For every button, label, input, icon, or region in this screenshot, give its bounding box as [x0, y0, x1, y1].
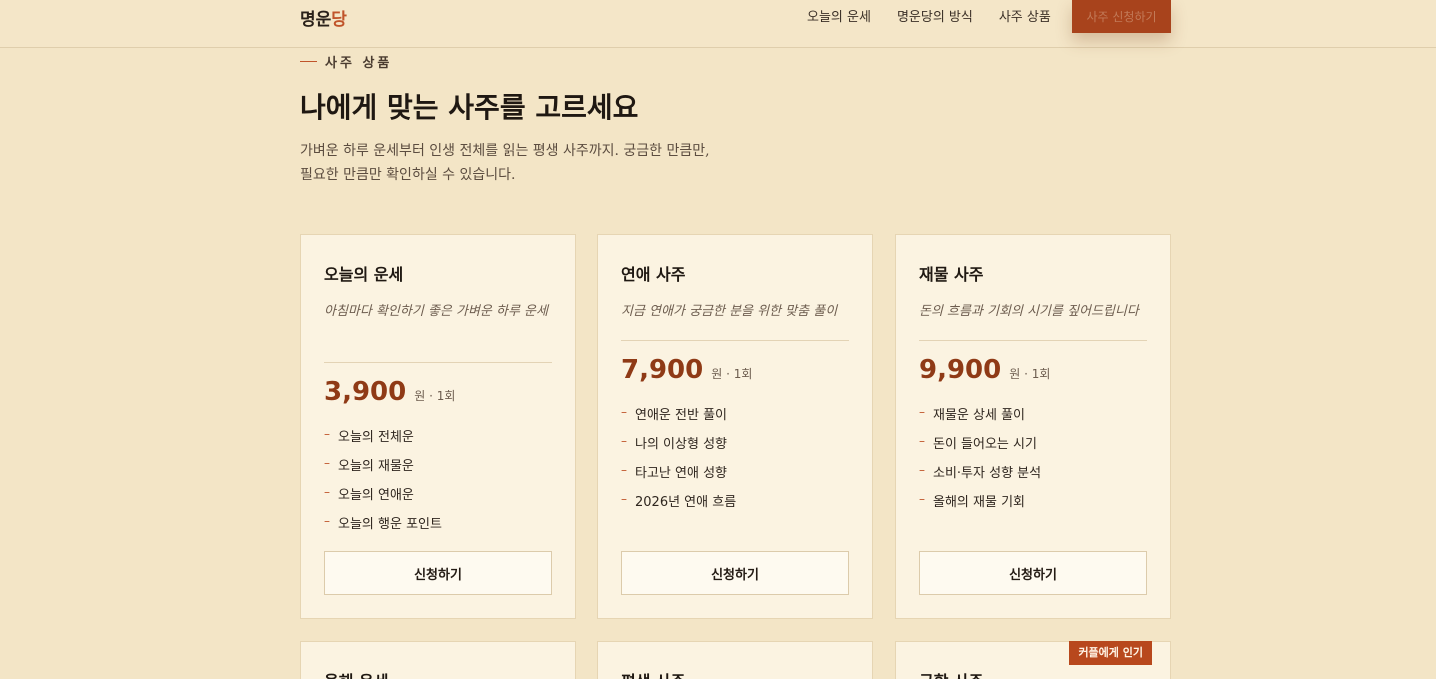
eyebrow-text: 사주 상품	[325, 56, 393, 71]
card-divider	[621, 340, 849, 341]
dash-icon: –	[919, 434, 925, 448]
list-item: – 나의 이상형 성향	[621, 435, 736, 464]
price-amount: 7,900	[621, 355, 704, 385]
list-item: – 오늘의 재물운	[324, 457, 442, 486]
feature-list: – 연애운 전반 풀이 – 나의 이상형 성향 – 타고난 연애 성향 –2026년 …	[621, 406, 736, 522]
list-item: – 올해의 재물 기회	[919, 493, 1041, 522]
logo-text: 명운	[300, 10, 332, 30]
dash-icon: –	[621, 492, 627, 506]
list-item-text: 오늘의 재물운	[338, 459, 414, 474]
section-eyebrow: 사주 상품	[300, 52, 392, 71]
list-item-text: 나의 이상형 성향	[635, 437, 727, 452]
section-description: 가벼운 하루 운세부터 인생 전체를 읽는 평생 사주까지. 궁금한 만큼만, …	[300, 143, 710, 183]
card-title: 연애 사주	[621, 265, 686, 284]
list-item-text: 재물운 상세 풀이	[933, 408, 1025, 423]
card-price: 9,900 원 · 1회	[919, 355, 1050, 385]
card-subtitle: 돈의 흐름과 기회의 시기를 짚어드립니다	[919, 304, 1139, 319]
list-item: – 소비·투자 성향 분석	[919, 464, 1041, 493]
list-item-text: 돈이 들어오는 시기	[933, 437, 1037, 452]
site-header: 명운당 오늘의 운세 명운당의 방식 사주 상품 사주 신청하기	[0, 0, 1436, 48]
card-divider	[919, 340, 1147, 341]
list-item: – 타고난 연애 성향	[621, 464, 736, 493]
dash-icon: –	[919, 463, 925, 477]
list-item: – 돈이 들어오는 시기	[919, 435, 1041, 464]
feature-list: – 오늘의 전체운 – 오늘의 재물운 – 오늘의 연애운 – 오늘의 행운 포인트	[324, 428, 442, 544]
list-item-text: 연애운 전반 풀이	[635, 408, 727, 423]
dash-icon: –	[324, 485, 330, 499]
card-price: 3,900 원 · 1회	[324, 377, 455, 407]
price-unit: 원 · 1회	[1009, 367, 1051, 381]
nav-link-today[interactable]: 오늘의 운세	[807, 9, 871, 27]
price-unit: 원 · 1회	[414, 389, 456, 403]
card-price: 7,900 원 · 1회	[621, 355, 752, 385]
card-title: 궁합 사주	[919, 668, 983, 679]
nav-link-method[interactable]: 명운당의 방식	[897, 9, 973, 27]
apply-button[interactable]: 신청하기	[621, 551, 849, 595]
list-item: –2026년 연애 흐름	[621, 493, 736, 522]
list-item: – 오늘의 행운 포인트	[324, 515, 442, 544]
product-card-wealth: 재물 사주 돈의 흐름과 기회의 시기를 짚어드립니다 9,900 원 · 1회…	[895, 234, 1171, 619]
product-card-year: 올해 운세	[300, 641, 576, 679]
eyebrow-rule	[300, 61, 317, 62]
dash-icon: –	[621, 405, 627, 419]
card-title: 평생 사주	[621, 668, 685, 679]
product-card-today: 오늘의 운세 아침마다 확인하기 좋은 가벼운 하루 운세 3,900 원 · …	[300, 234, 576, 619]
list-item: – 재물운 상세 풀이	[919, 406, 1041, 435]
card-title: 오늘의 운세	[324, 265, 404, 284]
apply-button[interactable]: 신청하기	[919, 551, 1147, 595]
dash-icon: –	[324, 514, 330, 528]
dash-icon: –	[621, 463, 627, 477]
price-unit: 원 · 1회	[711, 367, 753, 381]
price-amount: 3,900	[324, 377, 407, 407]
card-title: 올해 운세	[324, 668, 388, 679]
price-amount: 9,900	[919, 355, 1002, 385]
apply-button[interactable]: 신청하기	[324, 551, 552, 595]
list-item-text: 타고난 연애 성향	[635, 466, 727, 481]
nav-link-products[interactable]: 사주 상품	[999, 9, 1051, 27]
list-item-text: 오늘의 행운 포인트	[338, 517, 442, 532]
card-subtitle: 지금 연애가 궁금한 분을 위한 맞춤 풀이	[621, 304, 838, 319]
list-item-text: 올해의 재물 기회	[933, 495, 1025, 510]
dash-icon: –	[324, 427, 330, 441]
card-subtitle: 아침마다 확인하기 좋은 가벼운 하루 운세	[324, 304, 548, 319]
dash-icon: –	[324, 456, 330, 470]
list-item-text: 2026년 연애 흐름	[635, 495, 737, 510]
list-item: – 오늘의 전체운	[324, 428, 442, 457]
list-item-text: 소비·투자 성향 분석	[933, 466, 1042, 481]
list-item-text: 오늘의 연애운	[338, 488, 414, 503]
product-card-compat: 커플에게 인기 궁합 사주	[895, 641, 1171, 679]
feature-list: – 재물운 상세 풀이 – 돈이 들어오는 시기 – 소비·투자 성향 분석 – 올해의…	[919, 406, 1041, 522]
list-item-text: 오늘의 전체운	[338, 430, 414, 445]
apply-saju-button[interactable]: 사주 신청하기	[1072, 0, 1171, 33]
logo[interactable]: 명운당	[300, 5, 347, 30]
product-card-lifetime: 평생 사주	[597, 641, 873, 679]
popular-badge: 커플에게 인기	[1069, 641, 1152, 665]
dash-icon: –	[919, 492, 925, 506]
list-item: – 오늘의 연애운	[324, 486, 442, 515]
dash-icon: –	[919, 405, 925, 419]
section-title: 나에게 맞는 사주를 고르세요	[300, 91, 639, 124]
product-card-love: 연애 사주 지금 연애가 궁금한 분을 위한 맞춤 풀이 7,900 원 · 1…	[597, 234, 873, 619]
card-title: 재물 사주	[919, 265, 984, 284]
card-divider	[324, 362, 552, 363]
main-nav: 오늘의 운세 명운당의 방식 사주 상품	[807, 9, 1077, 27]
list-item: – 연애운 전반 풀이	[621, 406, 736, 435]
dash-icon: –	[621, 434, 627, 448]
logo-accent: 당	[331, 10, 347, 30]
